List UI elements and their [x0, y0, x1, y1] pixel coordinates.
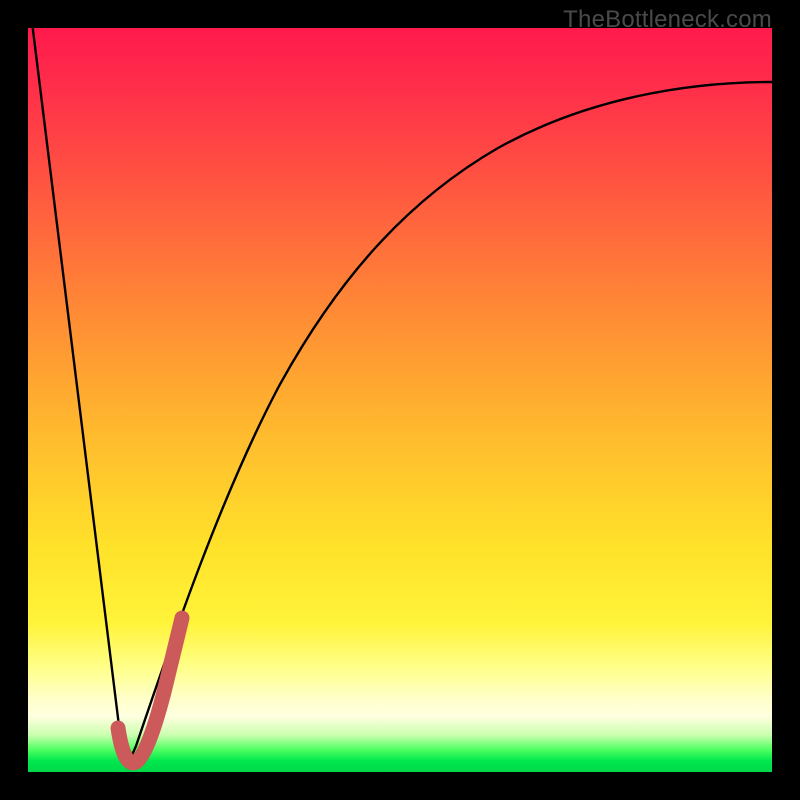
chart-frame: TheBottleneck.com — [0, 0, 800, 800]
curve-layer — [28, 28, 772, 772]
watermark-text: TheBottleneck.com — [563, 6, 772, 34]
bottleneck-curve — [32, 28, 772, 764]
plot-area — [28, 28, 772, 772]
highlight-region — [118, 618, 182, 763]
